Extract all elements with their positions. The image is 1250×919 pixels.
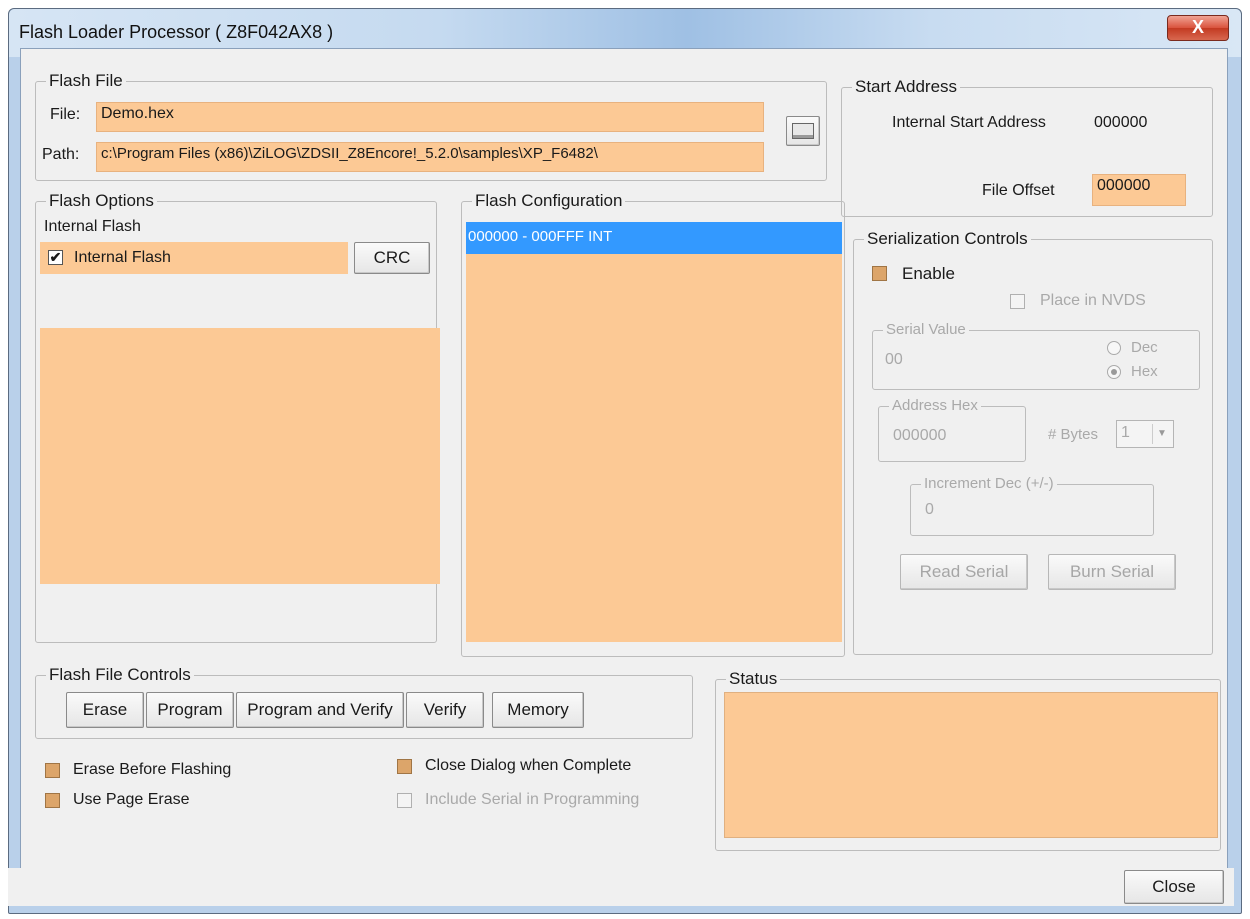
dec-radio-label: Dec (1131, 339, 1158, 356)
bytes-select-value: 1 (1121, 424, 1130, 441)
address-hex-group: Address Hex 000000 (878, 396, 1026, 462)
serial-value-group: Serial Value 00 Dec Hex (872, 320, 1200, 390)
dec-radio[interactable] (1107, 341, 1121, 355)
internal-flash-row[interactable]: ✔ Internal Flash (40, 242, 348, 274)
program-and-verify-button[interactable]: Program and Verify (236, 692, 404, 728)
bytes-label: # Bytes (1048, 426, 1099, 443)
increment-legend: Increment Dec (+/-) (921, 474, 1057, 494)
flash-file-legend: Flash File (46, 71, 126, 91)
chevron-down-icon[interactable]: ▼ (1152, 424, 1171, 444)
address-hex-field[interactable]: 000000 (893, 427, 946, 445)
flash-file-controls-legend: Flash File Controls (46, 665, 194, 685)
folder-browse-icon (792, 122, 814, 139)
browse-button[interactable] (786, 116, 820, 146)
use-page-erase-label: Use Page Erase (73, 791, 190, 808)
list-item[interactable]: 000000 - 000FFF INT (466, 222, 842, 254)
hex-radio[interactable] (1107, 365, 1121, 379)
crc-button[interactable]: CRC (354, 242, 430, 274)
burn-serial-button[interactable]: Burn Serial (1048, 554, 1176, 590)
flash-file-controls-group: Flash File Controls Erase Program Progra… (35, 665, 693, 739)
path-label: Path: (42, 146, 80, 163)
internal-start-address-label: Internal Start Address (892, 114, 1046, 131)
use-page-erase-checkbox[interactable] (45, 793, 60, 808)
internal-flash-checkbox-label: Internal Flash (74, 249, 171, 266)
file-offset-label: File Offset (982, 182, 1055, 199)
enable-checkbox[interactable] (872, 266, 887, 281)
serialization-controls-group: Serialization Controls Enable Place in N… (853, 229, 1213, 655)
internal-flash-heading: Internal Flash (44, 218, 141, 235)
verify-button[interactable]: Verify (406, 692, 484, 728)
path-input[interactable]: c:\Program Files (x86)\ZiLOG\ZDSII_Z8Enc… (96, 142, 764, 172)
include-serial-label: Include Serial in Programming (425, 791, 640, 808)
close-dialog-checkbox[interactable] (397, 759, 412, 774)
close-dialog-label: Close Dialog when Complete (425, 757, 632, 774)
increment-group: Increment Dec (+/-) 0 (910, 474, 1154, 536)
flash-options-list[interactable] (40, 328, 440, 584)
flash-configuration-group: Flash Configuration 000000 - 000FFF INT (461, 191, 845, 657)
serialization-controls-legend: Serialization Controls (864, 229, 1031, 249)
bytes-select[interactable]: 1 ▼ (1116, 420, 1174, 448)
file-label: File: (50, 106, 81, 123)
erase-before-flashing-label: Erase Before Flashing (73, 761, 232, 778)
flash-configuration-legend: Flash Configuration (472, 191, 626, 211)
place-in-nvds-checkbox[interactable] (1010, 294, 1025, 309)
internal-flash-checkbox[interactable]: ✔ (48, 250, 63, 265)
start-address-group: Start Address Internal Start Address 000… (841, 77, 1213, 217)
dialog-client-area: Flash File File: Demo.hex Path: c:\Progr… (20, 48, 1228, 870)
flash-options-legend: Flash Options (46, 191, 157, 211)
start-address-legend: Start Address (852, 77, 961, 97)
increment-field[interactable]: 0 (925, 501, 934, 519)
flash-options-group: Flash Options Internal Flash ✔ Internal … (35, 191, 440, 643)
window-title: Flash Loader Processor ( Z8F042AX8 ) (19, 22, 334, 42)
status-output[interactable] (724, 692, 1218, 838)
window-close-button[interactable]: X (1167, 15, 1229, 41)
flash-configuration-list[interactable]: 000000 - 000FFF INT (466, 222, 842, 642)
memory-button[interactable]: Memory (492, 692, 584, 728)
internal-start-address-value: 000000 (1094, 114, 1148, 131)
flash-file-group: Flash File File: Demo.hex Path: c:\Progr… (35, 71, 827, 181)
serial-value-field[interactable]: 00 (885, 351, 903, 369)
hex-radio-label: Hex (1131, 363, 1158, 380)
erase-button[interactable]: Erase (66, 692, 144, 728)
include-serial-checkbox[interactable] (397, 793, 412, 808)
file-offset-input[interactable]: 000000 (1092, 174, 1186, 206)
file-input[interactable]: Demo.hex (96, 102, 764, 132)
status-legend: Status (726, 669, 781, 689)
dialog-footer: Close (8, 868, 1234, 906)
serial-value-legend: Serial Value (883, 320, 969, 340)
read-serial-button[interactable]: Read Serial (900, 554, 1028, 590)
erase-before-flashing-checkbox[interactable] (45, 763, 60, 778)
place-in-nvds-label: Place in NVDS (1040, 292, 1146, 309)
enable-label: Enable (902, 264, 955, 283)
program-button[interactable]: Program (146, 692, 234, 728)
address-hex-legend: Address Hex (889, 396, 981, 416)
close-button[interactable]: Close (1124, 870, 1224, 904)
status-group: Status (715, 669, 1221, 851)
